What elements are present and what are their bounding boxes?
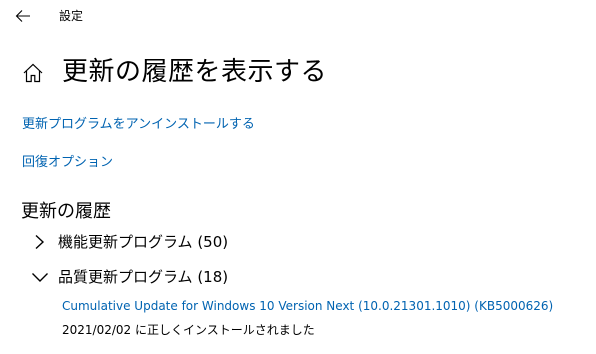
page-header: 更新の履歴を表示する (22, 54, 327, 90)
settings-window: 設定 更新の履歴を表示する 更新プログラムをアンインストールする 回復オプション… (0, 0, 596, 354)
page-title: 更新の履歴を表示する (62, 57, 328, 87)
title-bar: 設定 (0, 0, 596, 32)
feature-updates-group[interactable]: 機能更新プログラム (50) (30, 230, 228, 254)
window-title: 設定 (59, 9, 84, 23)
quality-updates-label: 品質更新プログラム (18) (58, 268, 229, 286)
chevron-down-icon (32, 273, 48, 282)
chevron-right-icon (35, 234, 45, 250)
feature-updates-label: 機能更新プログラム (50) (58, 233, 229, 251)
update-item-status: 2021/02/02 に正しくインストールされました (62, 323, 315, 337)
uninstall-updates-link[interactable]: 更新プログラムをアンインストールする (22, 116, 255, 134)
back-button[interactable] (8, 2, 38, 30)
update-item-link[interactable]: Cumulative Update for Windows 10 Version… (62, 298, 553, 315)
recovery-options-link[interactable]: 回復オプション (22, 154, 113, 172)
quality-updates-group[interactable]: 品質更新プログラム (18) (30, 265, 228, 289)
home-icon[interactable] (22, 62, 44, 84)
arrow-left-icon (15, 10, 30, 22)
update-history-heading: 更新の履歴 (21, 201, 111, 222)
